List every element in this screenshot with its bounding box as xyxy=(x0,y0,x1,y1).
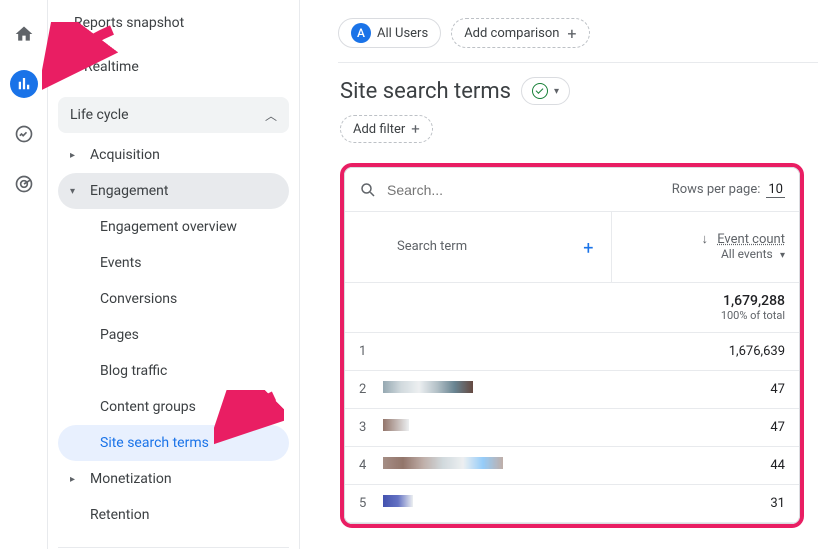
reports-snapshot-link[interactable]: Reports snapshot xyxy=(58,15,289,49)
row-value: 44 xyxy=(612,446,799,484)
reports-icon[interactable] xyxy=(10,70,38,98)
row-value: 47 xyxy=(612,408,799,446)
data-table: Search term + ↓ Event count All events ▾ xyxy=(345,212,799,523)
rpp-label: Rows per page: xyxy=(672,182,761,197)
chip-label: All Users xyxy=(377,26,428,41)
sidebar-item-content-groups[interactable]: Content groups xyxy=(58,389,289,425)
row-index: 2 xyxy=(345,370,383,408)
comparison-chips: A All Users Add comparison + xyxy=(338,18,818,63)
sidebar-item-acquisition[interactable]: ▸ Acquisition xyxy=(58,137,289,173)
row-index: 4 xyxy=(345,446,383,484)
explore-icon[interactable] xyxy=(10,120,38,148)
search-icon xyxy=(359,181,377,199)
data-table-card: Rows per page: 10 Search term + ↓ Event … xyxy=(344,167,800,524)
total-value: 1,679,288 xyxy=(723,293,785,309)
redacted-term xyxy=(383,495,413,507)
row-index: 5 xyxy=(345,484,383,522)
chevron-right-icon: ▸ xyxy=(70,474,80,485)
chip-add-comparison[interactable]: Add comparison + xyxy=(451,18,589,48)
row-term xyxy=(383,446,612,484)
rpp-value: 10 xyxy=(766,182,785,198)
redacted-term xyxy=(383,457,503,469)
check-circle-icon xyxy=(532,83,548,99)
table-toolbar: Rows per page: 10 xyxy=(345,168,799,212)
sidebar-item-retention[interactable]: Retention xyxy=(58,497,289,533)
column-label: Event count xyxy=(717,232,785,247)
row-value: 47 xyxy=(612,370,799,408)
sidebar-item-engagement-overview[interactable]: Engagement overview xyxy=(58,209,289,245)
chevron-up-icon: ︿ xyxy=(265,107,277,124)
rows-per-page[interactable]: Rows per page: 10 xyxy=(672,182,785,198)
page-title: Site search terms xyxy=(340,79,511,104)
column-label: Search term xyxy=(397,239,467,254)
sidebar-item-monetization[interactable]: ▸ Monetization xyxy=(58,461,289,497)
main-content: A All Users Add comparison + Site search… xyxy=(300,0,818,549)
sort-arrow-down-icon: ↓ xyxy=(701,232,708,247)
column-sublabel: All events xyxy=(721,247,773,261)
column-header-event-count[interactable]: ↓ Event count All events ▾ xyxy=(612,212,799,282)
sidebar-item-label: Acquisition xyxy=(90,147,160,163)
sidebar-item-events[interactable]: Events xyxy=(58,245,289,281)
row-index: 1 xyxy=(345,332,383,370)
redacted-term xyxy=(383,419,409,431)
row-value: 31 xyxy=(612,484,799,522)
table-row[interactable]: 5 31 xyxy=(345,484,799,522)
chip-label: Add comparison xyxy=(464,26,559,41)
chip-all-users[interactable]: A All Users xyxy=(338,18,441,48)
row-term xyxy=(383,370,612,408)
row-term xyxy=(383,332,612,370)
left-rail xyxy=(0,0,48,549)
table-row[interactable]: 3 47 xyxy=(345,408,799,446)
table-highlight-frame: Rows per page: 10 Search term + ↓ Event … xyxy=(340,163,804,528)
caret-down-icon: ▾ xyxy=(780,250,785,261)
table-search-input[interactable] xyxy=(387,182,662,198)
advertising-icon[interactable] xyxy=(10,170,38,198)
realtime-link[interactable]: Realtime xyxy=(58,49,289,85)
life-cycle-section[interactable]: Life cycle ︿ xyxy=(58,97,289,133)
add-filter-label: Add filter xyxy=(353,122,405,137)
plus-icon: + xyxy=(567,24,576,43)
table-total-row: 1,679,288 100% of total xyxy=(345,282,799,332)
sidebar-item-site-search-terms[interactable]: Site search terms xyxy=(58,425,289,461)
table-row[interactable]: 1 1,676,639 xyxy=(345,332,799,370)
total-subtext: 100% of total xyxy=(612,309,785,322)
caret-down-icon: ▾ xyxy=(554,86,559,97)
audience-avatar: A xyxy=(351,23,371,43)
row-index: 3 xyxy=(345,408,383,446)
plus-icon: + xyxy=(411,120,420,138)
row-value: 1,676,639 xyxy=(612,332,799,370)
table-row[interactable]: 2 47 xyxy=(345,370,799,408)
home-icon[interactable] xyxy=(10,20,38,48)
row-term xyxy=(383,484,612,522)
sidebar-item-conversions[interactable]: Conversions xyxy=(58,281,289,317)
chevron-down-icon: ▾ xyxy=(70,186,80,197)
sidebar-item-blog-traffic[interactable]: Blog traffic xyxy=(58,353,289,389)
column-header-search-term[interactable]: Search term + xyxy=(345,212,612,282)
life-cycle-label: Life cycle xyxy=(70,107,129,123)
row-term xyxy=(383,408,612,446)
sidebar-item-engagement[interactable]: ▾ Engagement xyxy=(58,173,289,209)
sidebar-item-pages[interactable]: Pages xyxy=(58,317,289,353)
title-status-pill[interactable]: ▾ xyxy=(521,77,570,105)
add-filter-button[interactable]: Add filter + xyxy=(340,115,433,143)
sidebar: Reports snapshot Realtime Life cycle ︿ ▸… xyxy=(48,0,300,549)
chevron-right-icon: ▸ xyxy=(70,150,80,161)
redacted-term xyxy=(383,381,473,393)
add-dimension-icon[interactable]: + xyxy=(583,238,593,259)
table-row[interactable]: 444 xyxy=(345,446,799,484)
sidebar-item-label: Monetization xyxy=(90,471,172,487)
sidebar-item-label: Engagement xyxy=(90,183,168,199)
